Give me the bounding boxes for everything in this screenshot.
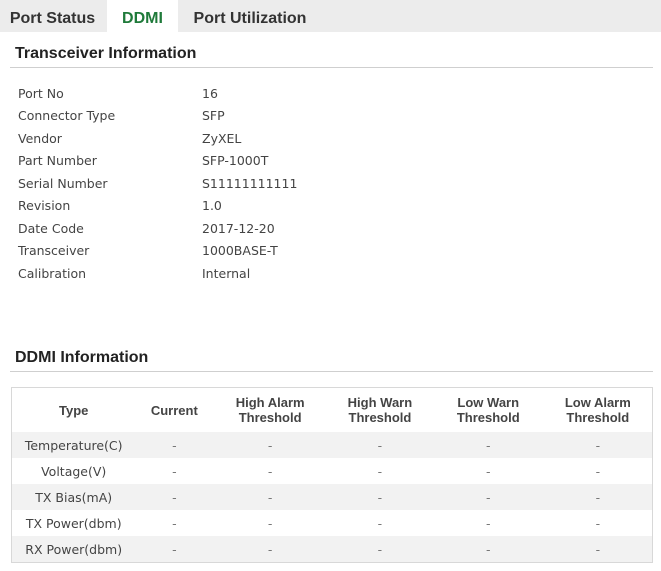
info-label: Connector Type	[18, 108, 116, 123]
column-header-high-alarm: High Alarm Threshold	[213, 387, 328, 432]
cell-low-alarm: -	[543, 484, 653, 510]
cell-current: -	[135, 458, 214, 484]
cell-high-alarm: -	[213, 484, 328, 510]
cell-high-alarm: -	[213, 510, 328, 536]
cell-low-warn: -	[432, 536, 544, 563]
cell-low-warn: -	[432, 484, 544, 510]
column-header-current: Current	[135, 387, 214, 432]
info-value: SFP	[202, 108, 225, 123]
info-value: ZyXEL	[202, 131, 242, 146]
info-value: 2017-12-20	[202, 221, 275, 236]
info-label: Vendor	[18, 131, 62, 146]
cell-current: -	[135, 484, 214, 510]
info-label: Serial Number	[18, 176, 108, 191]
info-value: 1.0	[202, 198, 222, 213]
info-label: Revision	[18, 198, 71, 213]
cell-type: TX Bias(mA)	[11, 484, 136, 510]
transceiver-info-title: Transceiver Information	[15, 45, 197, 62]
cell-high-alarm: -	[213, 432, 328, 458]
tab-ddmi[interactable]: DDMI	[107, 0, 178, 32]
info-value: 1000BASE-T	[202, 243, 278, 258]
cell-current: -	[135, 536, 214, 563]
tab-bar: Port Status DDMI Port Utilization	[0, 0, 661, 32]
cell-high-warn: -	[327, 458, 433, 484]
cell-low-warn: -	[432, 458, 544, 484]
cell-low-alarm: -	[543, 510, 653, 536]
info-label: Port No	[18, 86, 64, 101]
cell-high-alarm: -	[213, 458, 328, 484]
ddmi-table: Type Current High Alarm Threshold High W…	[11, 387, 653, 563]
column-header-type: Type	[11, 387, 136, 432]
info-value: S11111111111	[202, 176, 298, 191]
cell-high-warn: -	[327, 510, 433, 536]
column-header-high-warn: High Warn Threshold	[327, 387, 433, 432]
cell-high-alarm: -	[213, 536, 328, 563]
info-value: 16	[202, 86, 218, 101]
column-header-low-warn: Low Warn Threshold	[432, 387, 544, 432]
cell-high-warn: -	[327, 536, 433, 563]
cell-low-alarm: -	[543, 536, 653, 563]
cell-type: Voltage(V)	[11, 458, 136, 484]
table-row: Voltage(V) - - - - -	[11, 458, 653, 484]
tab-port-status[interactable]: Port Status	[0, 0, 105, 32]
cell-type: RX Power(dbm)	[11, 536, 136, 563]
cell-high-warn: -	[327, 484, 433, 510]
cell-type: Temperature(C)	[11, 432, 136, 458]
cell-current: -	[135, 432, 214, 458]
table-row: TX Bias(mA) - - - - -	[11, 484, 653, 510]
info-label: Calibration	[18, 266, 87, 281]
table-row: TX Power(dbm) - - - - -	[11, 510, 653, 536]
tab-port-utilization[interactable]: Port Utilization	[185, 0, 315, 32]
ddmi-info-title: DDMI Information	[15, 349, 149, 366]
cell-low-warn: -	[432, 510, 544, 536]
info-value: SFP-1000T	[202, 153, 269, 168]
cell-high-warn: -	[327, 432, 433, 458]
cell-current: -	[135, 510, 214, 536]
ddmi-divider	[10, 371, 653, 372]
table-row: RX Power(dbm) - - - - -	[11, 536, 653, 563]
table-row: Temperature(C) - - - - -	[11, 432, 653, 458]
table-header-row: Type Current High Alarm Threshold High W…	[11, 387, 653, 432]
info-label: Date Code	[18, 221, 84, 236]
info-label: Part Number	[18, 153, 97, 168]
info-value: Internal	[202, 266, 251, 281]
info-label: Transceiver	[18, 243, 90, 258]
cell-low-warn: -	[432, 432, 544, 458]
column-header-low-alarm: Low Alarm Threshold	[543, 387, 653, 432]
cell-low-alarm: -	[543, 458, 653, 484]
cell-type: TX Power(dbm)	[11, 510, 136, 536]
cell-low-alarm: -	[543, 432, 653, 458]
transceiver-divider	[10, 67, 653, 68]
